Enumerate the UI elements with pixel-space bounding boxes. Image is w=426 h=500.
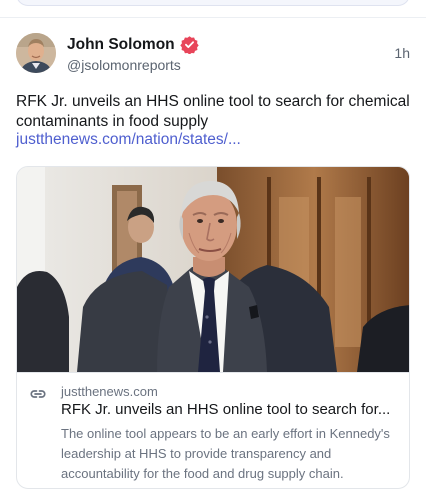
link-preview-card[interactable]: justthenews.com RFK Jr. unveils an HHS o… xyxy=(16,166,410,489)
post-link[interactable]: justthenews.com/nation/states/... xyxy=(16,131,241,149)
link-title[interactable]: RFK Jr. unveils an HHS online tool to se… xyxy=(61,401,401,418)
post-text: RFK Jr. unveils an HHS online tool to se… xyxy=(16,93,410,130)
link-domain: justthenews.com xyxy=(61,384,158,399)
author-handle[interactable]: @jsolomonreports xyxy=(67,57,199,73)
link-icon xyxy=(29,385,47,403)
link-preview-image[interactable] xyxy=(17,167,410,372)
author-block[interactable]: John Solomon @jsolomonreports xyxy=(67,35,199,73)
post-divider xyxy=(0,17,426,18)
avatar[interactable] xyxy=(16,33,56,73)
verified-badge-icon xyxy=(179,35,199,55)
post-timestamp[interactable]: 1h xyxy=(394,45,410,61)
link-description: The online tool appears to be an early e… xyxy=(61,426,390,481)
author-name[interactable]: John Solomon xyxy=(67,36,175,54)
previous-post-card xyxy=(16,0,410,6)
link-preview-meta[interactable]: justthenews.com RFK Jr. unveils an HHS o… xyxy=(17,372,409,488)
